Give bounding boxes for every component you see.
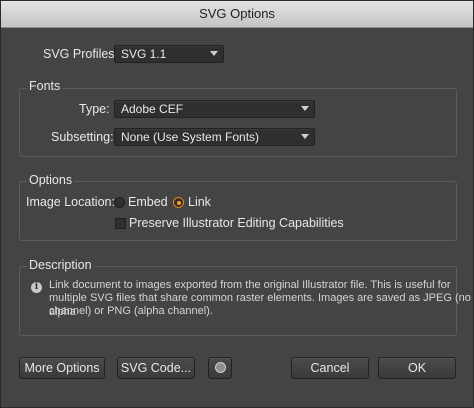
options-group <box>19 181 457 241</box>
link-radio[interactable] <box>173 197 184 208</box>
info-icon: i <box>31 282 42 293</box>
fonts-group-title: Fonts <box>27 79 63 93</box>
link-radio-label[interactable]: Link <box>188 195 211 209</box>
image-location-label: Image Location: <box>26 195 115 209</box>
svg-profiles-value: SVG 1.1 <box>121 47 167 61</box>
embed-radio[interactable] <box>114 197 125 208</box>
preserve-editing-label[interactable]: Preserve Illustrator Editing Capabilitie… <box>129 216 344 230</box>
web-preview-button[interactable] <box>208 357 232 379</box>
svg-code-button[interactable]: SVG Code... <box>117 357 195 379</box>
description-group-title: Description <box>27 258 94 272</box>
font-type-value: Adobe CEF <box>121 102 184 116</box>
subsetting-select[interactable]: None (Use System Fonts) <box>114 128 315 146</box>
more-options-button[interactable]: More Options <box>19 357 105 379</box>
globe-icon <box>215 362 226 373</box>
cancel-button[interactable]: Cancel <box>291 357 369 379</box>
chevron-down-icon <box>210 51 218 56</box>
font-type-select[interactable]: Adobe CEF <box>114 100 315 118</box>
svg-profiles-select[interactable]: SVG 1.1 <box>114 45 224 63</box>
subsetting-label: Subsetting: <box>51 130 114 144</box>
ok-button[interactable]: OK <box>378 357 456 379</box>
options-group-title: Options <box>27 173 75 187</box>
window-title: SVG Options <box>1 1 473 28</box>
subsetting-value: None (Use System Fonts) <box>121 130 260 144</box>
font-type-label: Type: <box>79 102 110 116</box>
preserve-editing-checkbox[interactable] <box>115 218 126 229</box>
svg-options-dialog: SVG Options SVG Profiles: SVG 1.1 Fonts … <box>0 0 474 408</box>
svg-profiles-label: SVG Profiles: <box>43 47 119 61</box>
chevron-down-icon <box>301 134 309 139</box>
embed-radio-label[interactable]: Embed <box>128 195 168 209</box>
description-line-1: Link document to images exported from th… <box>49 279 451 291</box>
fonts-group <box>19 88 457 157</box>
chevron-down-icon <box>301 106 309 111</box>
description-line-3: channel) or PNG (alpha channel). <box>49 305 213 317</box>
